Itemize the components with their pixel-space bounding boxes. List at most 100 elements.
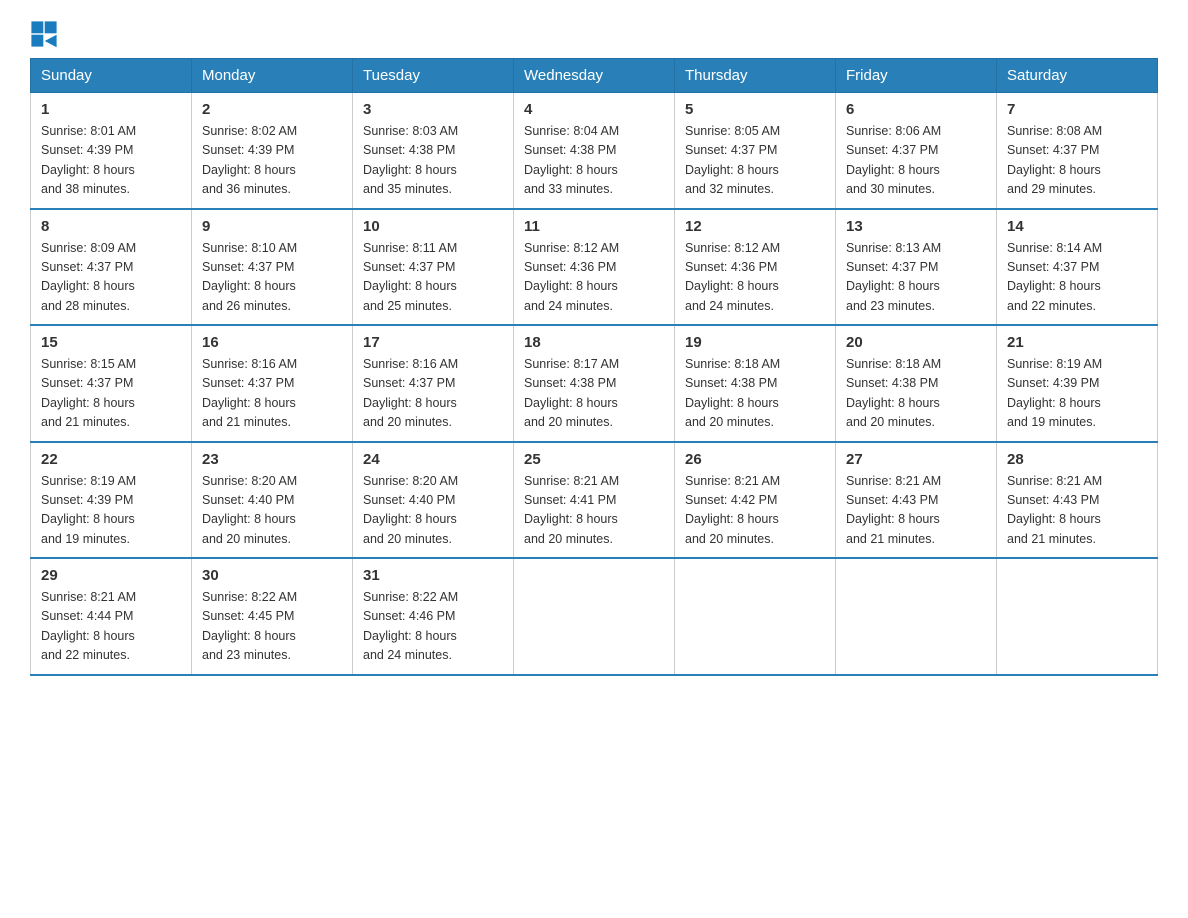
day-info: Sunrise: 8:17 AMSunset: 4:38 PMDaylight:… [524,355,664,433]
day-number: 31 [363,567,503,584]
day-info: Sunrise: 8:21 AMSunset: 4:43 PMDaylight:… [846,472,986,550]
day-info: Sunrise: 8:02 AMSunset: 4:39 PMDaylight:… [202,122,342,200]
day-number: 26 [685,451,825,468]
calendar-day-cell: 22 Sunrise: 8:19 AMSunset: 4:39 PMDayligh… [31,442,192,559]
weekday-header-saturday: Saturday [997,59,1158,93]
calendar-day-cell: 1 Sunrise: 8:01 AMSunset: 4:39 PMDaylight… [31,93,192,209]
calendar-day-cell: 13 Sunrise: 8:13 AMSunset: 4:37 PMDayligh… [836,209,997,326]
day-number: 11 [524,218,664,235]
day-info: Sunrise: 8:20 AMSunset: 4:40 PMDaylight:… [363,472,503,550]
day-info: Sunrise: 8:15 AMSunset: 4:37 PMDaylight:… [41,355,181,433]
calendar-week-row: 29 Sunrise: 8:21 AMSunset: 4:44 PMDayligh… [31,558,1158,675]
calendar-day-cell [997,558,1158,675]
calendar-day-cell: 25 Sunrise: 8:21 AMSunset: 4:41 PMDayligh… [514,442,675,559]
weekday-header-tuesday: Tuesday [353,59,514,93]
day-info: Sunrise: 8:04 AMSunset: 4:38 PMDaylight:… [524,122,664,200]
day-info: Sunrise: 8:09 AMSunset: 4:37 PMDaylight:… [41,239,181,317]
day-info: Sunrise: 8:18 AMSunset: 4:38 PMDaylight:… [685,355,825,433]
day-number: 25 [524,451,664,468]
calendar-day-cell: 18 Sunrise: 8:17 AMSunset: 4:38 PMDayligh… [514,325,675,442]
weekday-header-thursday: Thursday [675,59,836,93]
day-number: 20 [846,334,986,351]
calendar-day-cell: 26 Sunrise: 8:21 AMSunset: 4:42 PMDayligh… [675,442,836,559]
day-number: 4 [524,101,664,118]
calendar-week-row: 8 Sunrise: 8:09 AMSunset: 4:37 PMDaylight… [31,209,1158,326]
calendar-week-row: 22 Sunrise: 8:19 AMSunset: 4:39 PMDayligh… [31,442,1158,559]
day-number: 27 [846,451,986,468]
day-info: Sunrise: 8:21 AMSunset: 4:44 PMDaylight:… [41,588,181,666]
calendar-day-cell: 28 Sunrise: 8:21 AMSunset: 4:43 PMDayligh… [997,442,1158,559]
calendar-day-cell: 23Sunrise: 8:20 AMSunset: 4:40 PMDayligh… [192,442,353,559]
day-number: 5 [685,101,825,118]
day-info: Sunrise: 8:13 AMSunset: 4:37 PMDaylight:… [846,239,986,317]
day-info: Sunrise: 8:22 AMSunset: 4:46 PMDaylight:… [363,588,503,666]
day-number: 13 [846,218,986,235]
day-info: Sunrise: 8:21 AMSunset: 4:43 PMDaylight:… [1007,472,1147,550]
day-info: Sunrise: 8:22 AMSunset: 4:45 PMDaylight:… [202,588,342,666]
day-info: Sunrise: 8:01 AMSunset: 4:39 PMDaylight:… [41,122,181,200]
day-info: Sunrise: 8:05 AMSunset: 4:37 PMDaylight:… [685,122,825,200]
day-info: Sunrise: 8:16 AMSunset: 4:37 PMDaylight:… [202,355,342,433]
calendar-day-cell: 9 Sunrise: 8:10 AMSunset: 4:37 PMDaylight… [192,209,353,326]
calendar-body: 1 Sunrise: 8:01 AMSunset: 4:39 PMDaylight… [31,93,1158,675]
calendar-day-cell: 5 Sunrise: 8:05 AMSunset: 4:37 PMDaylight… [675,93,836,209]
day-number: 23 [202,451,342,468]
calendar-day-cell: 3Sunrise: 8:03 AMSunset: 4:38 PMDaylight… [353,93,514,209]
calendar-day-cell: 24 Sunrise: 8:20 AMSunset: 4:40 PMDayligh… [353,442,514,559]
day-number: 9 [202,218,342,235]
calendar-day-cell: 29 Sunrise: 8:21 AMSunset: 4:44 PMDayligh… [31,558,192,675]
weekday-header-wednesday: Wednesday [514,59,675,93]
day-info: Sunrise: 8:14 AMSunset: 4:37 PMDaylight:… [1007,239,1147,317]
day-number: 30 [202,567,342,584]
calendar-day-cell [675,558,836,675]
calendar-day-cell: 16 Sunrise: 8:16 AMSunset: 4:37 PMDayligh… [192,325,353,442]
calendar-day-cell: 21 Sunrise: 8:19 AMSunset: 4:39 PMDayligh… [997,325,1158,442]
day-number: 21 [1007,334,1147,351]
calendar-day-cell: 30 Sunrise: 8:22 AMSunset: 4:45 PMDayligh… [192,558,353,675]
page-header [30,20,1158,48]
day-number: 1 [41,101,181,118]
weekday-header-friday: Friday [836,59,997,93]
day-number: 6 [846,101,986,118]
calendar-day-cell: 14 Sunrise: 8:14 AMSunset: 4:37 PMDayligh… [997,209,1158,326]
day-number: 12 [685,218,825,235]
day-number: 7 [1007,101,1147,118]
day-info: Sunrise: 8:19 AMSunset: 4:39 PMDaylight:… [41,472,181,550]
day-info: Sunrise: 8:10 AMSunset: 4:37 PMDaylight:… [202,239,342,317]
day-info: Sunrise: 8:11 AMSunset: 4:37 PMDaylight:… [363,239,503,317]
day-number: 28 [1007,451,1147,468]
calendar-day-cell: 7Sunrise: 8:08 AMSunset: 4:37 PMDaylight… [997,93,1158,209]
logo [30,20,62,48]
day-info: Sunrise: 8:21 AMSunset: 4:42 PMDaylight:… [685,472,825,550]
day-info: Sunrise: 8:16 AMSunset: 4:37 PMDaylight:… [363,355,503,433]
calendar-day-cell: 11 Sunrise: 8:12 AMSunset: 4:36 PMDayligh… [514,209,675,326]
calendar-week-row: 15Sunrise: 8:15 AMSunset: 4:37 PMDayligh… [31,325,1158,442]
calendar-header: SundayMondayTuesdayWednesdayThursdayFrid… [31,59,1158,93]
day-number: 18 [524,334,664,351]
calendar-day-cell: 17Sunrise: 8:16 AMSunset: 4:37 PMDayligh… [353,325,514,442]
calendar-day-cell: 31 Sunrise: 8:22 AMSunset: 4:46 PMDayligh… [353,558,514,675]
day-number: 3 [363,101,503,118]
calendar-day-cell: 27 Sunrise: 8:21 AMSunset: 4:43 PMDayligh… [836,442,997,559]
weekday-header-sunday: Sunday [31,59,192,93]
day-number: 10 [363,218,503,235]
weekday-header-row: SundayMondayTuesdayWednesdayThursdayFrid… [31,59,1158,93]
weekday-header-monday: Monday [192,59,353,93]
day-number: 16 [202,334,342,351]
calendar-day-cell: 6 Sunrise: 8:06 AMSunset: 4:37 PMDaylight… [836,93,997,209]
day-info: Sunrise: 8:12 AMSunset: 4:36 PMDaylight:… [524,239,664,317]
calendar-day-cell [836,558,997,675]
day-number: 8 [41,218,181,235]
day-number: 22 [41,451,181,468]
day-number: 2 [202,101,342,118]
calendar-day-cell: 10 Sunrise: 8:11 AMSunset: 4:37 PMDayligh… [353,209,514,326]
logo-icon [30,20,58,48]
day-info: Sunrise: 8:21 AMSunset: 4:41 PMDaylight:… [524,472,664,550]
day-number: 14 [1007,218,1147,235]
day-info: Sunrise: 8:06 AMSunset: 4:37 PMDaylight:… [846,122,986,200]
day-number: 24 [363,451,503,468]
calendar-day-cell: 20Sunrise: 8:18 AMSunset: 4:38 PMDayligh… [836,325,997,442]
day-info: Sunrise: 8:12 AMSunset: 4:36 PMDaylight:… [685,239,825,317]
day-info: Sunrise: 8:19 AMSunset: 4:39 PMDaylight:… [1007,355,1147,433]
day-number: 29 [41,567,181,584]
